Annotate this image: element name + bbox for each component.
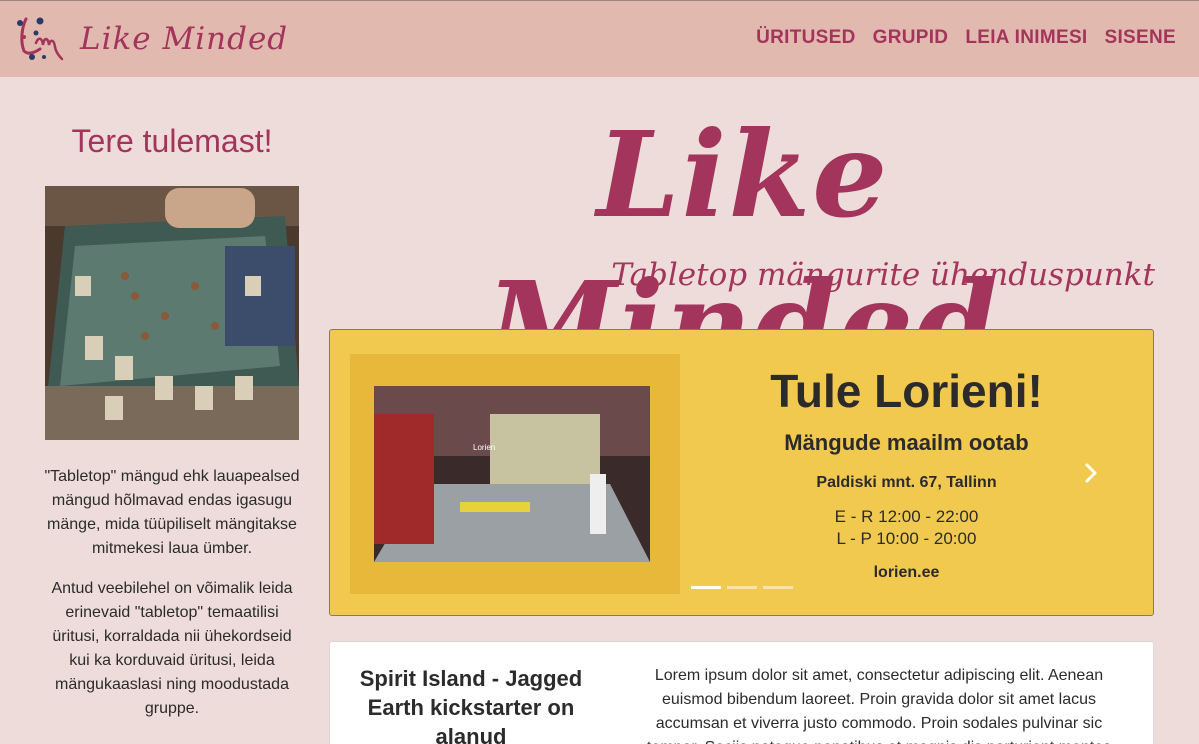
slide-url: lorien.ee: [873, 564, 940, 581]
brand-name: Like Minded: [80, 21, 289, 57]
slide-subtitle: Mängude maailm ootab: [784, 430, 1029, 455]
promo-carousel: Lorien Tule Lorieni! Mängude maailm oota…: [329, 329, 1154, 616]
news-card: Spirit Island - Jagged Earth kickstarter…: [329, 641, 1154, 744]
opening-hours: E - R 12:00 - 22:00 L - P 10:00 - 20:00: [734, 506, 1079, 550]
navbar: Like Minded ÜRITUSED GRUPID LEIA INIMESI…: [0, 0, 1199, 77]
brand-link[interactable]: Like Minded: [14, 13, 288, 65]
slide-title: Tule Lorieni!: [770, 365, 1043, 417]
nav-link-groups[interactable]: GRUPID: [873, 27, 949, 49]
nav-link-sign-in[interactable]: SISENE: [1105, 27, 1177, 49]
slide-caption: Tule Lorieni! Mängude maailm ootab Paldi…: [734, 364, 1079, 582]
board-game-photo: [45, 186, 299, 440]
carousel-indicator-3[interactable]: [763, 586, 793, 589]
hours-weekdays: E - R 12:00 - 22:00: [834, 507, 979, 526]
carousel-indicator-2[interactable]: [727, 586, 757, 589]
chevron-right-icon[interactable]: [1081, 462, 1101, 484]
news-body: Lorem ipsum dolor sit amet, consectetur …: [647, 667, 1111, 744]
tabletop-description: "Tabletop" mängud ehk lauapealsed mängud…: [44, 468, 300, 557]
shop-sign: Lorien: [473, 443, 495, 452]
lorien-store-photo: Lorien: [350, 354, 680, 594]
carousel-indicators: [691, 586, 799, 589]
nav-link-find-people[interactable]: LEIA INIMESI: [965, 27, 1087, 49]
carousel-indicator-1[interactable]: [691, 586, 721, 589]
sidebar: Tere tulemast! "Tabletop" mängud ehk lau…: [40, 100, 304, 721]
slide-address: Paldiski mnt. 67, Tallinn: [816, 474, 997, 491]
hours-weekend: L - P 10:00 - 20:00: [836, 529, 977, 548]
main-nav: ÜRITUSED GRUPID LEIA INIMESI SISENE: [739, 27, 1176, 49]
lm-monogram-logo-icon: [17, 17, 64, 61]
hero-subtitle: Tabletop mängurite ühenduspunkt: [611, 257, 1155, 293]
welcome-heading: Tere tulemast!: [71, 123, 273, 159]
nav-link-events[interactable]: ÜRITUSED: [756, 27, 856, 49]
news-title[interactable]: Spirit Island - Jagged Earth kickstarter…: [350, 664, 592, 744]
site-description: Antud veebilehel on võimalik leida erine…: [51, 580, 293, 717]
